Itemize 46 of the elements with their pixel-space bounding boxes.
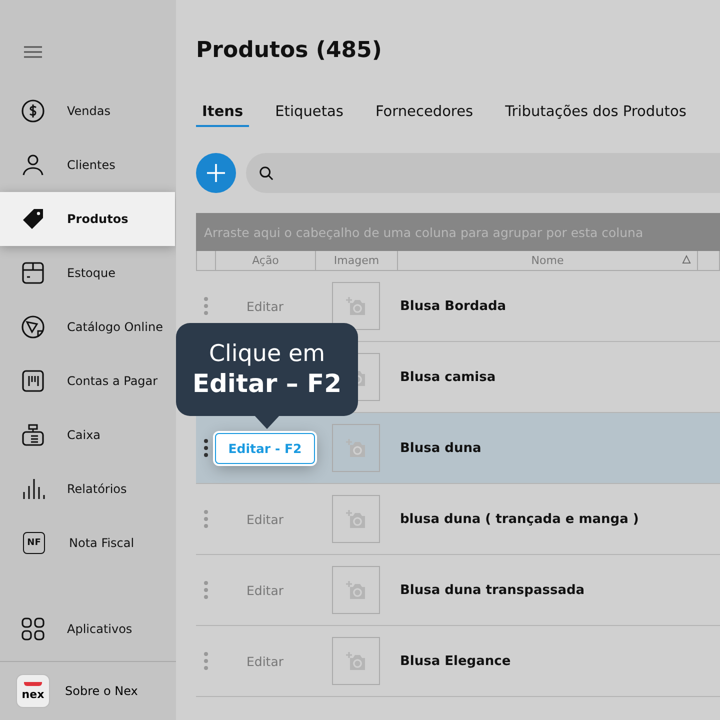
tooltip-text: Clique em [208, 340, 326, 368]
dollar-icon [21, 99, 45, 123]
tag-icon [21, 207, 45, 231]
add-photo-icon [345, 580, 367, 600]
sidebar-item[interactable]: Caixa [0, 408, 175, 462]
app-logo: nex [16, 674, 50, 708]
sidebar-item[interactable]: Produtos [0, 192, 175, 246]
sidebar-item[interactable]: Catálogo Online [0, 300, 175, 354]
compass-icon [21, 315, 45, 339]
grid-icon [21, 617, 45, 641]
tab[interactable]: Fornecedores [369, 103, 480, 127]
tab[interactable]: Tributações dos Produtos [499, 103, 692, 127]
sidebar-item[interactable]: Vendas [0, 84, 175, 138]
tab[interactable]: Etiquetas [269, 103, 350, 127]
plus-icon [206, 163, 226, 183]
register-icon [21, 423, 45, 447]
sidebar-item[interactable]: NF Nota Fiscal [0, 516, 175, 570]
product-name: Blusa camisa [399, 370, 497, 384]
sidebar-item[interactable]: Relatórios [0, 462, 175, 516]
bars-icon [21, 477, 45, 501]
search-icon [259, 166, 274, 180]
add-photo-icon [345, 296, 367, 316]
tab[interactable]: Itens [196, 103, 250, 127]
sort-icon [682, 255, 691, 264]
row-menu-icon[interactable] [204, 439, 208, 457]
page-title: Produtos (485) [196, 38, 383, 63]
product-name: Blusa Elegance [399, 654, 512, 668]
add-photo-icon [345, 509, 367, 529]
product-name: Blusa duna transpassada [399, 582, 586, 598]
product-name: Blusa Bordada [399, 298, 508, 314]
product-name: Blusa duna [399, 440, 482, 456]
barcode-icon [21, 369, 45, 393]
person-icon [21, 153, 45, 177]
search-field[interactable] [246, 153, 720, 193]
nf-icon: NF [23, 532, 45, 554]
add-photo-icon [345, 651, 367, 671]
sidebar-item[interactable]: Estoque [0, 246, 175, 300]
tooltip-text: Editar – F2 [192, 368, 342, 400]
box-icon [21, 261, 45, 285]
about-link[interactable]: Sobre o Nex [65, 684, 138, 698]
product-name: blusa duna ( trançada e manga ) [399, 512, 640, 526]
sidebar-item[interactable]: Aplicativos [0, 602, 175, 656]
add-button[interactable] [196, 153, 236, 193]
add-photo-icon [345, 438, 367, 458]
sidebar-item[interactable]: Clientes [0, 138, 175, 192]
sidebar-item[interactable]: Contas a Pagar [0, 354, 175, 408]
